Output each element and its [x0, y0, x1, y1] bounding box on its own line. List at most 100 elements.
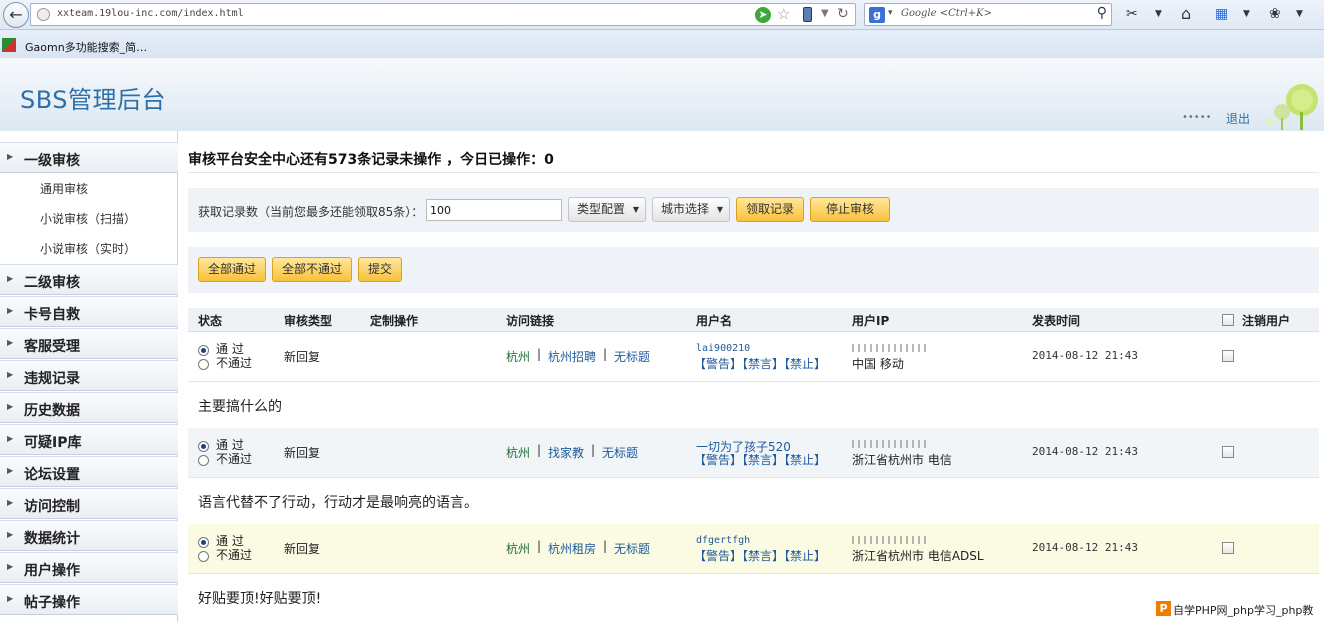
expand-arrow-icon: ▶: [7, 402, 14, 411]
menu-dropdown-icon[interactable]: ▼: [1296, 5, 1303, 23]
screenshot-dropdown-icon[interactable]: ▼: [1155, 5, 1162, 23]
pass-radio[interactable]: [198, 345, 209, 356]
bookmark-star-icon[interactable]: ☆: [777, 5, 790, 23]
sidebar-item-customer-service[interactable]: ▶ 客服受理: [0, 328, 178, 359]
user-action-links[interactable]: 【警告】【禁言】【禁止】: [694, 547, 826, 564]
link-city[interactable]: 杭州: [506, 348, 530, 365]
link-board[interactable]: 杭州租房: [548, 540, 596, 557]
google-engine-icon[interactable]: g: [869, 7, 885, 23]
fetch-count-input[interactable]: [426, 199, 562, 221]
sidebar-item-level2-review[interactable]: ▶ 二级审核: [0, 264, 178, 295]
address-bar[interactable]: xxteam.19lou-inc.com/index.html ➤ ☆ ▼ ↻: [30, 3, 856, 26]
pass-label: 通 过: [216, 438, 244, 452]
sidebar-sub-novel-realtime[interactable]: 小说审核（实时）: [40, 240, 136, 257]
watermark-text: 自学PHP网_php学习_php教: [1173, 604, 1314, 617]
cancel-user-checkbox[interactable]: [1222, 350, 1234, 362]
expand-arrow-icon: ▶: [7, 274, 14, 283]
sidebar-item-card-rescue[interactable]: ▶ 卡号自救: [0, 296, 178, 327]
apps-grid-icon[interactable]: ▦: [1215, 5, 1228, 23]
sidebar-item-label: 违规记录: [24, 371, 80, 387]
sidebar-item-history[interactable]: ▶ 历史数据: [0, 392, 178, 423]
username-link[interactable]: dfgertfgh: [696, 535, 750, 546]
user-action-links[interactable]: 【警告】【禁言】【禁止】: [694, 355, 826, 372]
ip-location: 浙江省杭州市 电信: [852, 453, 952, 467]
engine-dropdown-icon[interactable]: ▾: [888, 8, 893, 18]
user-action-links[interactable]: 【警告】【禁言】【禁止】: [694, 451, 826, 468]
back-arrow-icon[interactable]: ←: [3, 2, 29, 28]
site-watermark: P 自学PHP网_php学习_php教: [1152, 599, 1324, 618]
select-all-checkbox[interactable]: [1222, 314, 1234, 326]
link-city[interactable]: 杭州: [506, 444, 530, 461]
ip-location: 中国 移动: [852, 357, 904, 371]
post-time: 2014-08-12 21:43: [1032, 445, 1138, 458]
link-city[interactable]: 杭州: [506, 540, 530, 557]
app-header: [0, 58, 1324, 131]
chevron-down-icon: ▼: [716, 205, 723, 214]
tree-decoration-icon: [1266, 84, 1318, 130]
url-dropdown-icon[interactable]: ▼: [821, 8, 829, 19]
sidebar-item-post-ops[interactable]: ▶ 帖子操作: [0, 584, 178, 615]
col-type: 审核类型: [284, 314, 333, 328]
link-thread[interactable]: 无标题: [614, 348, 650, 365]
go-arrow-icon[interactable]: ➤: [755, 7, 771, 23]
cancel-user-checkbox[interactable]: [1222, 446, 1234, 458]
separator: |: [537, 443, 542, 457]
apps-dropdown-icon[interactable]: ▼: [1243, 5, 1250, 23]
browser-toolbar: ← xxteam.19lou-inc.com/index.html ➤ ☆ ▼ …: [0, 0, 1324, 30]
get-records-button[interactable]: 领取记录: [736, 197, 804, 222]
expand-arrow-icon: ▶: [7, 594, 14, 603]
globe-icon: [37, 8, 50, 21]
home-icon[interactable]: ⌂: [1181, 5, 1191, 23]
link-thread[interactable]: 无标题: [614, 540, 650, 557]
reload-icon[interactable]: ↻: [837, 6, 849, 22]
sidebar-sub-general-review[interactable]: 通用审核: [40, 180, 88, 197]
sidebar-item-level1-review[interactable]: ▶ 一级审核: [0, 142, 178, 173]
link-board[interactable]: 杭州招聘: [548, 348, 596, 365]
username-link[interactable]: lai900210: [696, 343, 750, 354]
fail-radio[interactable]: [198, 455, 209, 466]
sidebar-item-access-control[interactable]: ▶ 访问控制: [0, 488, 178, 519]
sidebar-sub-novel-scan[interactable]: 小说审核（扫描）: [40, 210, 136, 227]
fail-label: 不通过: [216, 452, 253, 466]
browser-search-box[interactable]: g ▾ Google <Ctrl+K> ⚲: [864, 3, 1112, 26]
expand-arrow-icon: ▶: [7, 370, 14, 379]
app-logo: SBS管理后台: [20, 86, 167, 114]
all-pass-button[interactable]: 全部通过: [198, 257, 266, 282]
bug-icon[interactable]: ❀: [1269, 5, 1281, 23]
separator: |: [537, 347, 542, 361]
sidebar-item-statistics[interactable]: ▶ 数据统计: [0, 520, 178, 551]
fetch-count-label: 获取记录数（当前您最多还能领取85条）：: [198, 205, 424, 219]
sidebar-item-violations[interactable]: ▶ 违规记录: [0, 360, 178, 391]
sidebar-item-label: 一级审核: [24, 153, 80, 169]
post-time: 2014-08-12 21:43: [1032, 541, 1138, 554]
submit-button[interactable]: 提交: [358, 257, 402, 282]
pass-radio[interactable]: [198, 537, 209, 548]
bookmark-item[interactable]: Gaomn多功能搜索_简…: [25, 39, 147, 55]
post-content: 主要搞什么的: [198, 399, 282, 415]
link-board[interactable]: 找家教: [548, 444, 584, 461]
fail-radio[interactable]: [198, 551, 209, 562]
page-title: 审核平台安全中心还有573条记录未操作 ，今日已操作：0: [188, 152, 554, 168]
pass-radio[interactable]: [198, 441, 209, 452]
type-config-dropdown[interactable]: 类型配置 ▼: [568, 197, 646, 222]
sidebar-item-user-ops[interactable]: ▶ 用户操作: [0, 552, 178, 583]
expand-arrow-icon: ▶: [7, 338, 14, 347]
logout-link[interactable]: 退出: [1226, 110, 1250, 127]
mobile-icon[interactable]: [803, 7, 812, 22]
username-obscured: •••••: [1182, 112, 1212, 123]
city-select-label: 城市选择: [661, 202, 710, 216]
link-thread[interactable]: 无标题: [602, 444, 638, 461]
sidebar-item-suspicious-ip[interactable]: ▶ 可疑IP库: [0, 424, 178, 455]
sidebar-item-label: 用户操作: [24, 563, 80, 579]
post-content: 好贴要顶!好贴要顶!: [198, 591, 322, 607]
sidebar-item-forum-settings[interactable]: ▶ 论坛设置: [0, 456, 178, 487]
stop-review-button[interactable]: 停止审核: [810, 197, 890, 222]
all-fail-button[interactable]: 全部不通过: [272, 257, 352, 282]
cancel-user-checkbox[interactable]: [1222, 542, 1234, 554]
ip-location: 浙江省杭州市 电信ADSL: [852, 549, 984, 563]
screenshot-icon[interactable]: ✂: [1126, 5, 1138, 23]
col-time: 发表时间: [1032, 314, 1081, 328]
city-select-dropdown[interactable]: 城市选择 ▼: [652, 197, 730, 222]
fail-radio[interactable]: [198, 359, 209, 370]
search-icon[interactable]: ⚲: [1097, 5, 1107, 21]
